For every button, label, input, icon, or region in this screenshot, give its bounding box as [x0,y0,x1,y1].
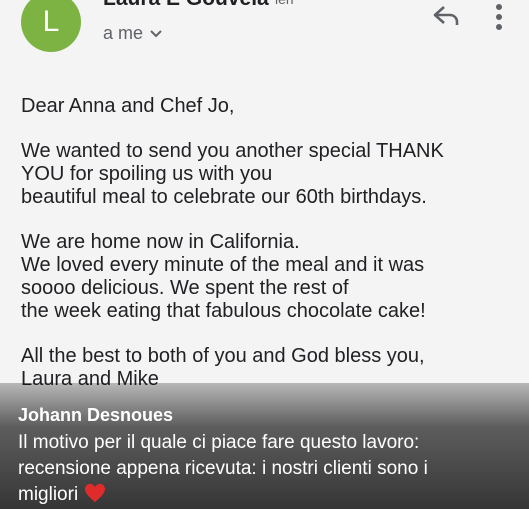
body-line: YOU for spoiling us with you [21,163,273,185]
chevron-down-icon[interactable] [149,29,163,39]
post-caption: Il motivo per il quale ci piace fare que… [18,430,518,508]
recipient-label: a me [103,23,144,43]
body-line: beautiful meal to celebrate our 60th bir… [21,186,427,208]
body-line: soooo delicious. We spent the rest of [21,277,349,299]
post-author[interactable]: Johann Desnoues [18,405,173,426]
body-line: We are home now in California. [21,231,300,253]
caption-text: migliori [18,484,79,505]
reply-icon[interactable] [432,4,460,28]
sender-avatar[interactable]: L [21,0,81,52]
email-greeting: Dear Anna and Chef Jo, [21,95,235,117]
recipient-details[interactable]: a me [103,23,163,44]
more-vert-icon[interactable] [491,2,507,32]
email-paragraph-2: We are home now in California. We loved … [21,231,511,323]
body-line: We wanted to send you another special TH… [21,140,444,162]
caption-line: recensione appena ricevuta: i nostri cli… [18,458,428,479]
body-line: We loved every minute of the meal and it… [21,254,425,276]
heart-icon [85,483,106,503]
caption-line-last: migliori [18,482,518,508]
caption-line: Il motivo per il quale ci piace fare que… [18,432,420,453]
email-body: Dear Anna and Chef Jo, We wanted to send… [21,95,511,413]
body-line: the week eating that fabulous chocolate … [21,300,426,322]
body-line: All the best to both of you and God bles… [21,345,425,367]
sender-name: Laura E Gouveia [103,0,269,11]
email-paragraph-1: We wanted to send you another special TH… [21,140,511,209]
email-time: ieri [275,0,294,7]
